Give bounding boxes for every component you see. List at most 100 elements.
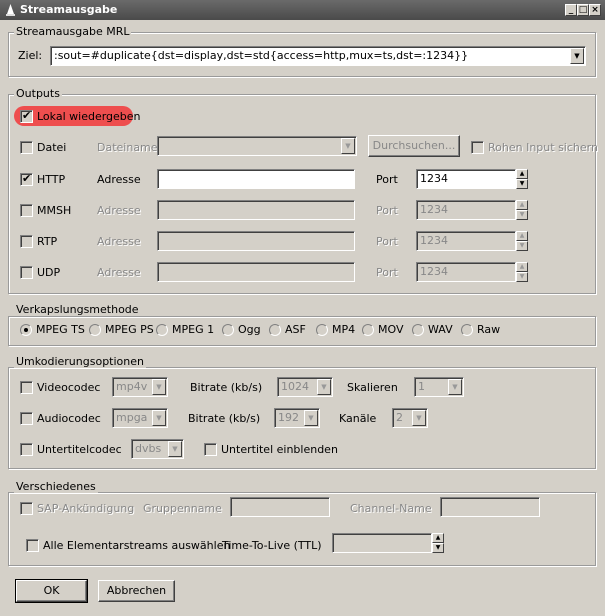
encap-label: MPEG 1 (172, 323, 215, 336)
encap-radio-mpeg-ps[interactable] (89, 324, 101, 336)
browse-button[interactable]: Durchsuchen... (368, 135, 460, 157)
http-checkbox[interactable] (20, 172, 33, 186)
chevron-down-icon[interactable]: ▼ (304, 410, 318, 426)
rtp-label: RTP (37, 235, 58, 248)
http-address-input[interactable] (157, 169, 355, 189)
vlc-cone-icon[interactable] (4, 3, 17, 16)
local-play-checkbox[interactable] (20, 109, 33, 123)
spin-up-icon[interactable]: ▲ (516, 169, 528, 179)
mrl-group-title: Streamausgabe MRL (14, 25, 132, 38)
video-bitrate-combo[interactable]: 1024 ▼ (277, 377, 333, 397)
group-name-label: Gruppenname (143, 502, 222, 515)
encap-radio-ogg[interactable] (222, 324, 234, 336)
encap-radio-mov[interactable] (362, 324, 374, 336)
subtitle-codec-checkbox[interactable] (20, 443, 33, 456)
spin-up-icon[interactable]: ▲ (432, 533, 444, 543)
audio-codec-value: mpga (116, 411, 148, 424)
http-port-spinner[interactable]: ▲ ▼ (516, 169, 528, 189)
subtitle-overlay-checkbox[interactable] (204, 443, 217, 456)
channels-value: 2 (396, 411, 403, 424)
sap-checkbox[interactable] (20, 502, 33, 515)
mmsh-address-input[interactable] (157, 200, 355, 220)
http-port-input[interactable]: 1234 (416, 169, 516, 189)
group-name-input[interactable] (230, 497, 330, 517)
encap-radio-mpeg-ts[interactable] (20, 324, 32, 336)
mmsh-address-label: Adresse (97, 204, 141, 217)
ttl-input[interactable] (332, 533, 432, 553)
ok-button[interactable]: OK (15, 579, 88, 603)
filename-combo[interactable]: ▼ (157, 136, 357, 156)
encap-label: Raw (477, 323, 501, 336)
udp-port-spinner[interactable]: ▲ ▼ (516, 262, 528, 282)
chevron-down-icon[interactable]: ▼ (152, 410, 166, 426)
spin-up-icon[interactable]: ▲ (516, 262, 528, 272)
encap-radio-asf[interactable] (269, 324, 281, 336)
subtitle-overlay-label: Untertitel einblenden (221, 443, 338, 456)
encap-label: MP4 (332, 323, 356, 336)
encap-label: MPEG PS (105, 323, 154, 336)
file-checkbox[interactable] (20, 141, 33, 154)
all-es-checkbox[interactable] (26, 539, 39, 552)
spin-up-icon[interactable]: ▲ (516, 200, 528, 210)
mmsh-port-spinner[interactable]: ▲ ▼ (516, 200, 528, 220)
mrl-combo[interactable]: :sout=#duplicate{dst=display,dst=std{acc… (50, 46, 586, 66)
transcode-group-title: Umkodierungsoptionen (14, 355, 146, 368)
encap-label: MOV (378, 323, 404, 336)
audio-codec-checkbox[interactable] (20, 412, 33, 425)
channel-name-input[interactable] (440, 497, 540, 517)
encap-radio-wav[interactable] (412, 324, 424, 336)
chevron-down-icon[interactable]: ▼ (448, 379, 462, 395)
rtp-port-input[interactable]: 1234 (416, 231, 516, 251)
video-bitrate-label: Bitrate (kb/s) (190, 381, 263, 394)
video-codec-checkbox[interactable] (20, 381, 33, 394)
encap-label: WAV (428, 323, 453, 336)
mmsh-port-input[interactable]: 1234 (416, 200, 516, 220)
chevron-down-icon[interactable]: ▼ (341, 138, 355, 154)
title-bar[interactable]: Streamausgabe _ □ × (0, 0, 605, 20)
raw-input-checkbox[interactable] (471, 141, 484, 154)
chevron-down-icon[interactable]: ▼ (570, 48, 584, 64)
mmsh-port-label: Port (376, 204, 398, 217)
misc-group-title: Verschiedenes (14, 480, 98, 493)
spin-down-icon[interactable]: ▼ (516, 272, 528, 282)
udp-checkbox[interactable] (20, 266, 33, 279)
spin-up-icon[interactable]: ▲ (516, 231, 528, 241)
encap-group-title: Verkapslungsmethode (14, 303, 141, 316)
ttl-label: Time-To-Live (TTL) (222, 539, 322, 552)
encap-radio-mp4[interactable] (316, 324, 328, 336)
mmsh-checkbox[interactable] (20, 204, 33, 217)
chevron-down-icon[interactable]: ▼ (168, 441, 182, 457)
udp-port-input[interactable]: 1234 (416, 262, 516, 282)
spin-down-icon[interactable]: ▼ (516, 241, 528, 251)
scale-combo[interactable]: 1 ▼ (414, 377, 464, 397)
subtitle-codec-value: dvbs (135, 442, 162, 455)
audio-codec-combo[interactable]: mpga ▼ (112, 408, 168, 428)
encap-radio-mpeg-1[interactable] (156, 324, 168, 336)
local-play-label: Lokal wiedergeben (37, 110, 141, 123)
cancel-button[interactable]: Abbrechen (98, 580, 175, 602)
rtp-port-spinner[interactable]: ▲ ▼ (516, 231, 528, 251)
udp-port-label: Port (376, 266, 398, 279)
audio-bitrate-combo[interactable]: 192 ▼ (274, 408, 320, 428)
spin-down-icon[interactable]: ▼ (516, 210, 528, 220)
mrl-value: :sout=#duplicate{dst=display,dst=std{acc… (54, 49, 469, 62)
chevron-down-icon[interactable]: ▼ (152, 379, 166, 395)
video-codec-combo[interactable]: mp4v ▼ (112, 377, 168, 397)
subtitle-codec-label: Untertitelcodec (37, 443, 122, 456)
http-port-label: Port (376, 173, 398, 186)
subtitle-codec-combo[interactable]: dvbs ▼ (131, 439, 184, 459)
encap-radio-raw[interactable] (461, 324, 473, 336)
audio-codec-label: Audiocodec (37, 412, 101, 425)
maximize-button[interactable]: □ (577, 4, 589, 16)
minimize-button[interactable]: _ (565, 4, 577, 16)
spin-down-icon[interactable]: ▼ (432, 543, 444, 553)
spin-down-icon[interactable]: ▼ (516, 179, 528, 189)
rtp-checkbox[interactable] (20, 235, 33, 248)
channels-combo[interactable]: 2 ▼ (392, 408, 428, 428)
ttl-spinner[interactable]: ▲ ▼ (432, 533, 444, 553)
rtp-address-input[interactable] (157, 231, 355, 251)
close-button[interactable]: × (589, 4, 601, 16)
chevron-down-icon[interactable]: ▼ (412, 410, 426, 426)
chevron-down-icon[interactable]: ▼ (317, 379, 331, 395)
udp-address-input[interactable] (157, 262, 355, 282)
